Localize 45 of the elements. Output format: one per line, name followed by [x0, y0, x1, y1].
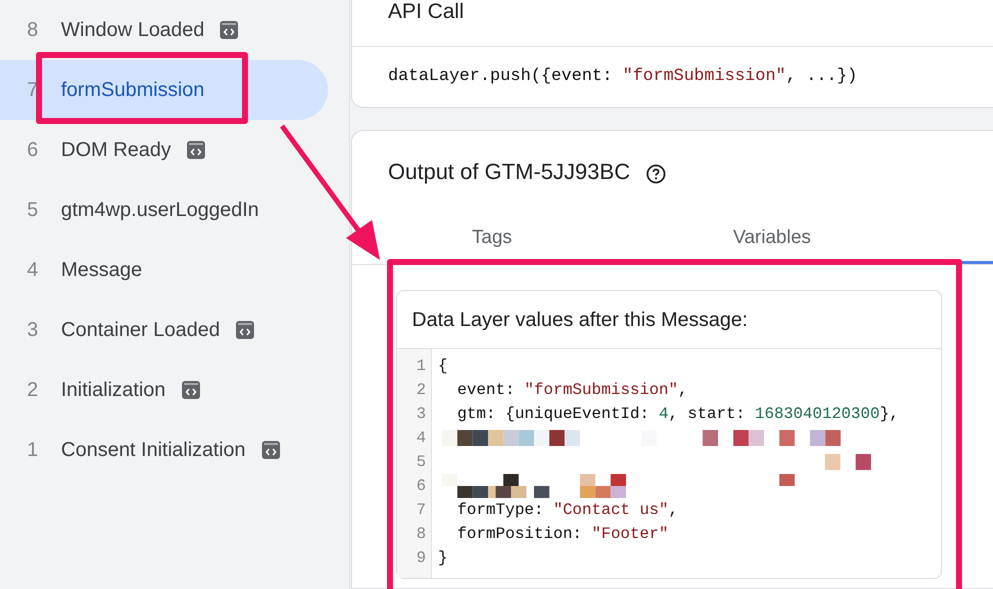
- event-number: 3: [27, 318, 40, 343]
- event-number: 2: [27, 378, 40, 403]
- event-label: Container Loaded: [61, 318, 220, 343]
- code-line: }: [437, 548, 449, 569]
- event-item[interactable]: 3 Container Loaded: [0, 300, 328, 360]
- event-number: 6: [27, 138, 40, 163]
- code-line: dataLayer.push({event: "formSubmission", ...}): [388, 66, 858, 88]
- help-icon[interactable]: [646, 164, 666, 184]
- line-number: 3: [415, 404, 427, 425]
- code-line: event: "formSubmission",: [456, 380, 689, 401]
- line-number: 8: [415, 524, 427, 545]
- event-number: 8: [27, 18, 40, 43]
- event-item[interactable]: 6 DOM Ready: [0, 120, 328, 180]
- event-label: DOM Ready: [61, 138, 172, 163]
- card-title: Output of GTM-5JJ93BC: [388, 158, 630, 186]
- tab[interactable]: Variables: [725, 224, 819, 264]
- line-number: 7: [415, 500, 427, 521]
- event-item[interactable]: 8 Window Loaded: [0, 0, 328, 60]
- event-number: 5: [27, 198, 40, 223]
- tab[interactable]: Tags: [464, 224, 520, 264]
- line-number: 9: [415, 548, 427, 569]
- event-item[interactable]: 2 Initialization: [0, 360, 328, 420]
- event-item[interactable]: 5 gtm4wp.userLoggedIn: [0, 180, 328, 240]
- event-item[interactable]: 4 Message: [0, 240, 328, 300]
- event-label: Consent Initialization: [61, 438, 246, 463]
- line-number: 6: [415, 476, 427, 497]
- line-number: 4: [415, 428, 427, 449]
- code-line: formPosition: "Footer": [456, 524, 670, 545]
- line-number: 2: [415, 380, 427, 401]
- event-label: Window Loaded: [61, 18, 204, 43]
- event-number: 1: [27, 438, 40, 463]
- code-line: {: [437, 356, 449, 377]
- event-label: formSubmission: [61, 78, 204, 103]
- card-title: API Call: [388, 0, 464, 23]
- line-number: 1: [415, 356, 427, 377]
- line-number: 5: [415, 452, 427, 473]
- redacted-pixels-drawing: [825, 454, 872, 470]
- code-line: formType: "Contact us",: [456, 500, 680, 521]
- event-label: Initialization: [61, 378, 166, 403]
- event-label: Message: [61, 258, 142, 283]
- code-line: gtm: {uniqueEventId: 4, start: 1683040120300},: [456, 404, 899, 425]
- event-item[interactable]: 1 Consent Initialization: [0, 420, 328, 480]
- card-title: Data Layer values after this Message:: [412, 308, 748, 332]
- event-label: gtm4wp.userLoggedIn: [61, 198, 259, 223]
- event-number: 4: [27, 258, 40, 283]
